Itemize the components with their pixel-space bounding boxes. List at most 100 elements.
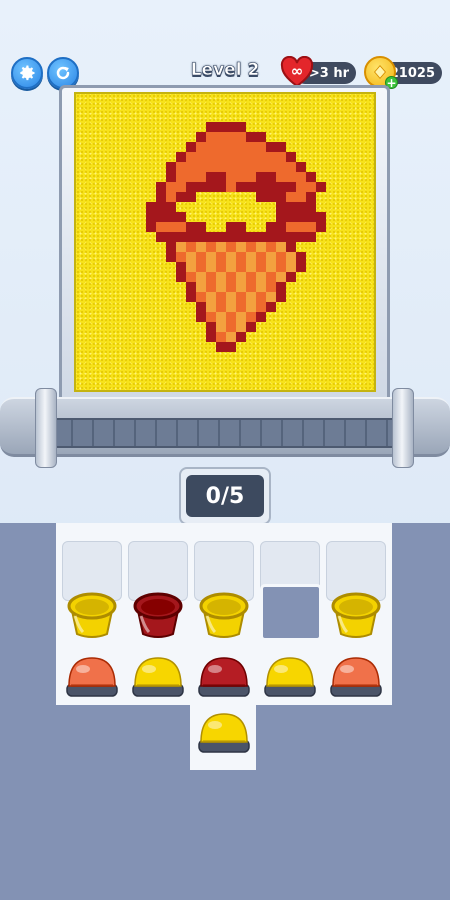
pixel bbox=[216, 172, 226, 182]
pixel bbox=[256, 262, 266, 272]
pixel-art-canvas bbox=[74, 92, 376, 392]
pixel bbox=[256, 282, 266, 292]
pixel bbox=[286, 162, 296, 172]
cup-piece-top-5[interactable] bbox=[325, 584, 387, 646]
pixel bbox=[286, 182, 296, 192]
pixel bbox=[186, 282, 196, 292]
pixel bbox=[246, 162, 256, 172]
dome-piece-bottom-3[interactable] bbox=[193, 648, 255, 710]
pixel bbox=[156, 192, 166, 202]
pixel bbox=[256, 142, 266, 152]
pixel bbox=[206, 302, 216, 312]
pixel bbox=[256, 252, 266, 262]
pixel bbox=[256, 232, 266, 242]
pixel bbox=[246, 272, 256, 282]
pixel bbox=[186, 262, 196, 272]
pixel bbox=[166, 162, 176, 172]
pixel bbox=[226, 322, 236, 332]
cup-piece-top-1[interactable] bbox=[61, 584, 123, 646]
pixel bbox=[206, 332, 216, 342]
pixel bbox=[236, 322, 246, 332]
pixel bbox=[296, 172, 306, 182]
pixel bbox=[286, 172, 296, 182]
pixel bbox=[196, 262, 206, 272]
pixel bbox=[206, 182, 216, 192]
pixel bbox=[166, 222, 176, 232]
pixel bbox=[256, 302, 266, 312]
pixel bbox=[266, 182, 276, 192]
pixel bbox=[276, 152, 286, 162]
pixel bbox=[176, 222, 186, 232]
pixel bbox=[286, 222, 296, 232]
pixel bbox=[226, 172, 236, 182]
pixel bbox=[276, 262, 286, 272]
pixel bbox=[276, 182, 286, 192]
pixel bbox=[196, 302, 206, 312]
pixel bbox=[216, 312, 226, 322]
pixel bbox=[196, 272, 206, 282]
pixel bbox=[256, 162, 266, 172]
pixel bbox=[196, 312, 206, 322]
pixel bbox=[276, 202, 286, 212]
pixel bbox=[266, 222, 276, 232]
pixel bbox=[246, 292, 256, 302]
pixel bbox=[236, 142, 246, 152]
pixel bbox=[176, 272, 186, 282]
pixel bbox=[166, 232, 176, 242]
pixel bbox=[186, 272, 196, 282]
pixel bbox=[206, 312, 216, 322]
pixel bbox=[236, 182, 246, 192]
pixel bbox=[186, 222, 196, 232]
pixel bbox=[276, 142, 286, 152]
pixel bbox=[286, 212, 296, 222]
cup-piece-top-3[interactable] bbox=[193, 584, 255, 646]
dome-piece-bottom-1[interactable] bbox=[61, 648, 123, 710]
pixel bbox=[296, 162, 306, 172]
pixel bbox=[186, 232, 196, 242]
pixel bbox=[156, 222, 166, 232]
settings-button[interactable] bbox=[11, 57, 43, 89]
pixel bbox=[226, 252, 236, 262]
pixel bbox=[236, 312, 246, 322]
pixel bbox=[286, 202, 296, 212]
dome-piece-bottom-4[interactable] bbox=[259, 648, 321, 710]
pixel bbox=[226, 342, 236, 352]
dome-piece-bottom-2[interactable] bbox=[127, 648, 189, 710]
pixel bbox=[236, 152, 246, 162]
pixel bbox=[246, 182, 256, 192]
pixel bbox=[256, 272, 266, 282]
pixel bbox=[296, 212, 306, 222]
dome-piece-extra-1[interactable] bbox=[193, 704, 255, 766]
pixel bbox=[226, 292, 236, 302]
dome-piece-bottom-5[interactable] bbox=[325, 648, 387, 710]
cup-piece-top-2[interactable] bbox=[127, 584, 189, 646]
pixel bbox=[196, 242, 206, 252]
pixel bbox=[196, 282, 206, 292]
pixel bbox=[176, 242, 186, 252]
pixel bbox=[306, 192, 316, 202]
pixel bbox=[186, 182, 196, 192]
lives-infinity: ∞ bbox=[291, 62, 304, 80]
pixel bbox=[286, 232, 296, 242]
pixel bbox=[156, 182, 166, 192]
pixel bbox=[206, 172, 216, 182]
pixel bbox=[176, 172, 186, 182]
pixel bbox=[216, 252, 226, 262]
pixel bbox=[266, 252, 276, 262]
empty-slot bbox=[260, 584, 322, 641]
pixel bbox=[166, 182, 176, 192]
pixel bbox=[226, 182, 236, 192]
pixel bbox=[216, 242, 226, 252]
pixel bbox=[266, 302, 276, 312]
pixel bbox=[236, 222, 246, 232]
pixel bbox=[296, 182, 306, 192]
pixel bbox=[176, 152, 186, 162]
pixel bbox=[286, 272, 296, 282]
pixel bbox=[206, 142, 216, 152]
pixel bbox=[316, 222, 326, 232]
pixel bbox=[236, 252, 246, 262]
pixel bbox=[276, 282, 286, 292]
pixel bbox=[216, 292, 226, 302]
pixel bbox=[276, 272, 286, 282]
pixel bbox=[196, 162, 206, 172]
